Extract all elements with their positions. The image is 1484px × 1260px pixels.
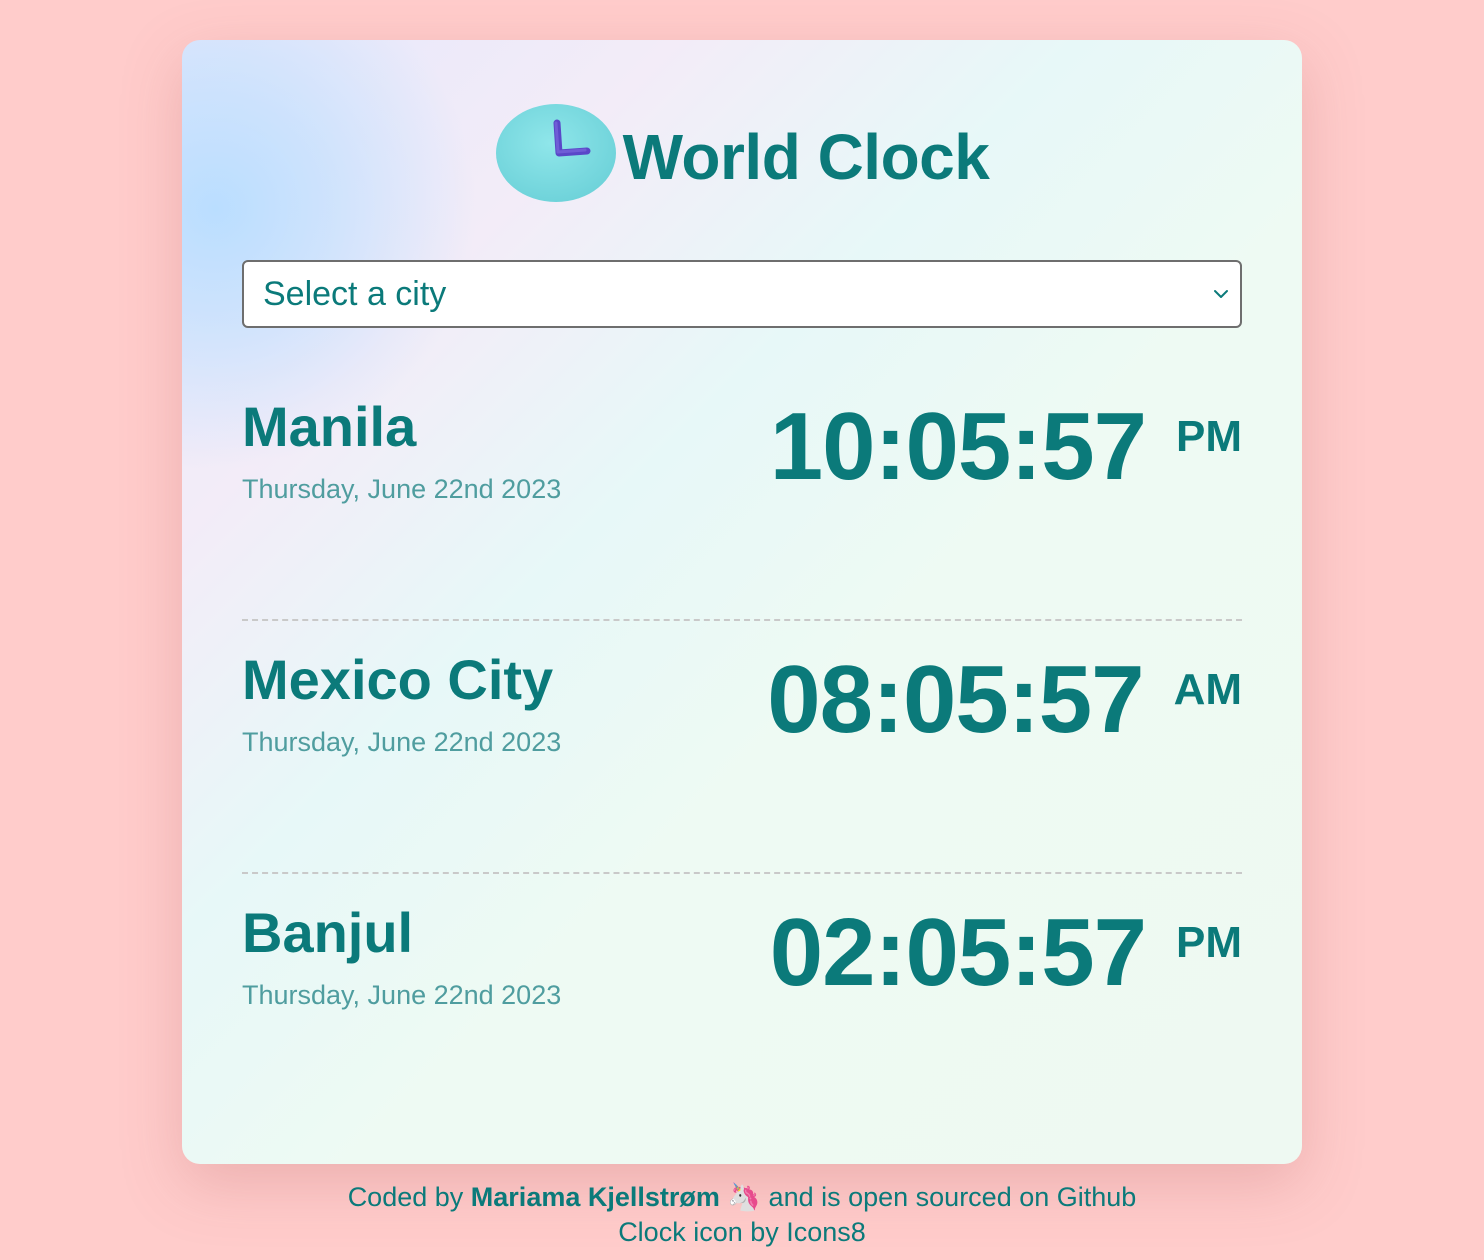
city-name: Mexico City [242,648,554,711]
footer: Coded by Mariama Kjellstrøm 🦄 and is ope… [0,1180,1484,1250]
city-name: Banjul [242,901,414,964]
city-time: 08:05:57 [767,646,1144,753]
city-select[interactable]: Select a city [242,260,1242,328]
open-source-link[interactable]: and is open sourced on Github [769,1182,1137,1212]
page-title: World Clock [622,121,990,193]
city-date: Thursday, June 22nd 2023 [242,474,562,504]
time-display: 02:05:57 PM [770,898,1242,1008]
world-clock-card: World Clock Select a city Manila Thursda… [182,40,1302,1164]
city-name: Manila [242,395,417,458]
header: World Clock [182,98,1302,208]
unicorn-icon: 🦄 [727,1182,762,1212]
footer-coded-by: Coded by [347,1182,464,1212]
city-time: 02:05:57 [769,899,1147,1006]
time-display: 08:05:57 AM [767,645,1242,755]
city-ampm: AM [1173,665,1242,714]
author-link[interactable]: Mariama Kjellstrøm [471,1182,720,1212]
city-time: 10:05:57 [769,393,1147,500]
city-row: Banjul Thursday, June 22nd 2023 02:05:57… [242,874,1242,1127]
city-ampm: PM [1176,412,1242,461]
time-display: 10:05:57 PM [770,392,1242,502]
footer-credit-line: Coded by Mariama Kjellstrøm 🦄 and is ope… [0,1180,1484,1215]
city-row: Manila Thursday, June 22nd 2023 10:05:57… [242,368,1242,621]
chevron-down-icon [1214,290,1228,298]
clock-icon [495,104,616,202]
city-date: Thursday, June 22nd 2023 [242,980,562,1010]
icon-credit-link[interactable]: Clock icon by Icons8 [0,1215,1484,1250]
city-ampm: PM [1176,918,1242,967]
city-date: Thursday, June 22nd 2023 [242,727,562,757]
city-select-value: Select a city [263,274,447,313]
city-row: Mexico City Thursday, June 22nd 2023 08:… [242,621,1242,874]
